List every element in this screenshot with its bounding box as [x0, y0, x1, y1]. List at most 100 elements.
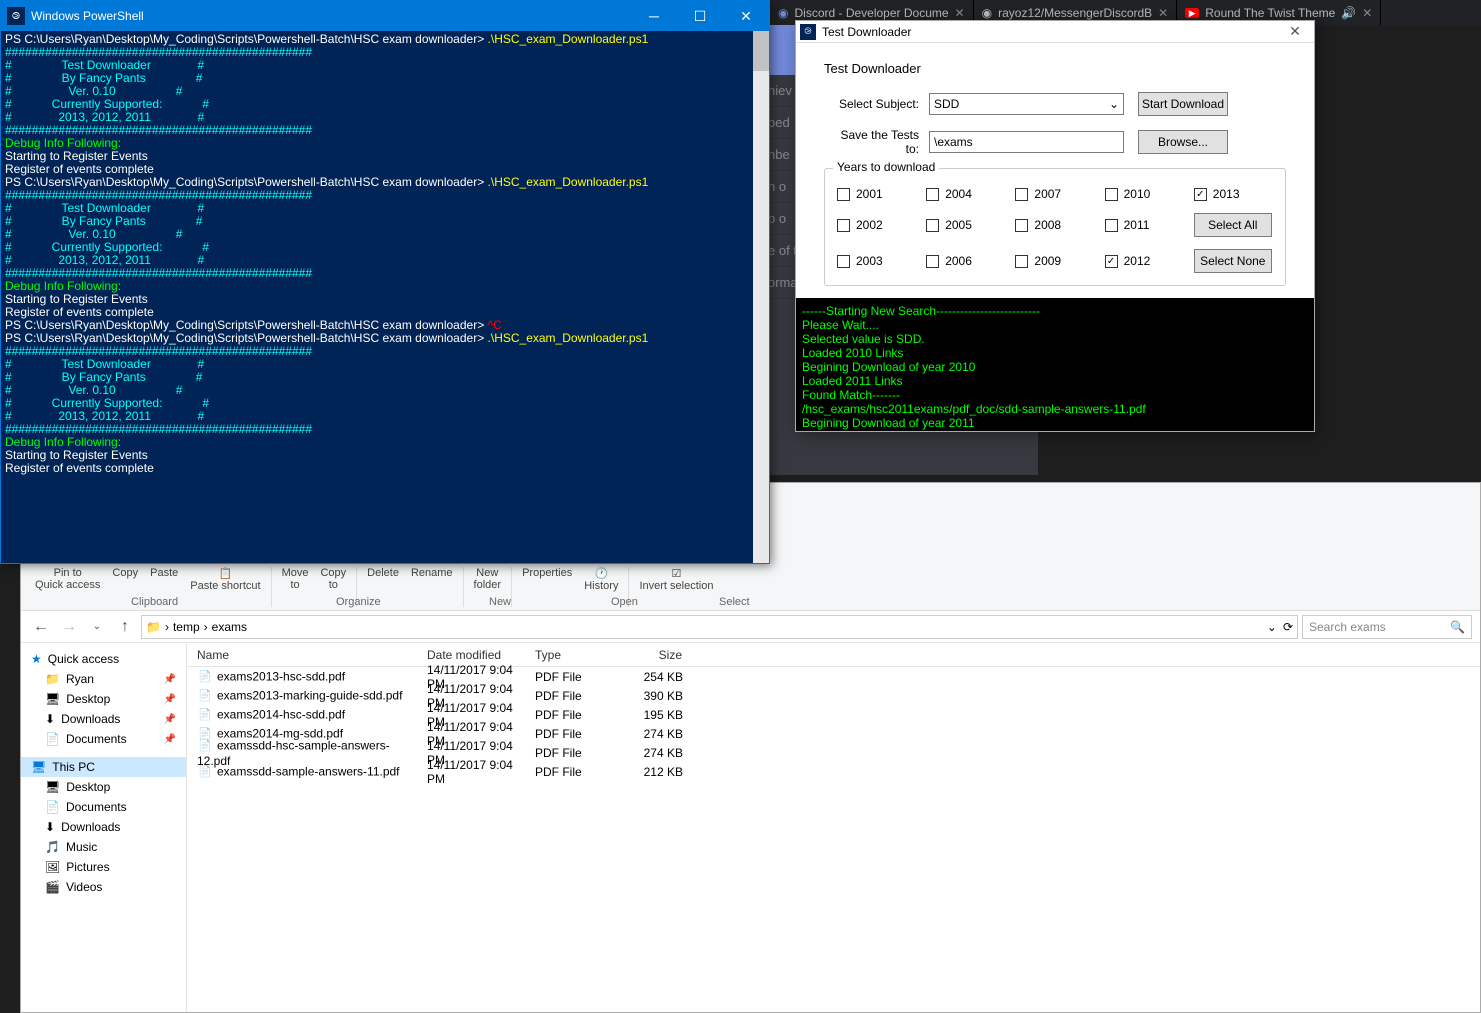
- refresh-icon[interactable]: ⟳: [1283, 620, 1293, 634]
- star-icon: ★: [31, 652, 42, 666]
- year-checkbox-2001[interactable]: 2001: [837, 187, 916, 201]
- checkbox-icon: ✓: [1194, 188, 1207, 201]
- folder-icon: 📁: [146, 620, 161, 634]
- ribbon-group-clipboard: Clipboard: [131, 596, 178, 608]
- this-pc-header[interactable]: 🖥 This PC: [21, 757, 186, 777]
- powershell-window: ⧁ Windows PowerShell ─ ☐ ✕ PS C:\Users\R…: [0, 0, 770, 564]
- year-checkbox-2009[interactable]: 2009: [1015, 254, 1094, 268]
- sidebar-item-downloads[interactable]: ⬇Downloads📌: [21, 709, 186, 729]
- forward-button[interactable]: →: [57, 615, 81, 639]
- terminal-output[interactable]: PS C:\Users\Ryan\Desktop\My_Coding\Scrip…: [1, 31, 769, 477]
- ribbon-history[interactable]: 🕐 History: [578, 567, 624, 592]
- column-headers[interactable]: Name Date modified Type Size: [187, 643, 1480, 667]
- ribbon-properties[interactable]: Properties: [516, 567, 578, 579]
- folder-icon: ⬇: [45, 820, 55, 834]
- ribbon-invert-selection[interactable]: ☑ Invert selection: [633, 567, 719, 592]
- search-input[interactable]: Search exams 🔍: [1302, 615, 1472, 639]
- maximize-button[interactable]: ☐: [677, 1, 723, 31]
- year-label: 2013: [1213, 187, 1240, 201]
- folder-icon: 🖥: [45, 692, 60, 706]
- folder-icon: 🎵: [45, 840, 60, 854]
- window-title: Windows PowerShell: [31, 9, 631, 23]
- ribbon-rename[interactable]: Rename: [405, 567, 459, 579]
- folder-icon: 🎬: [45, 880, 60, 894]
- subject-select[interactable]: SDD ⌄: [929, 93, 1124, 115]
- close-button[interactable]: ✕: [723, 1, 769, 31]
- year-label: 2004: [945, 187, 972, 201]
- start-download-button[interactable]: Start Download: [1138, 92, 1228, 116]
- year-checkbox-2006[interactable]: 2006: [926, 254, 1005, 268]
- year-label: 2012: [1124, 254, 1151, 268]
- folder-icon: 📄: [45, 732, 60, 746]
- ribbon-new-folder[interactable]: Newfolder: [468, 567, 508, 591]
- ribbon-icon: ☑: [672, 567, 682, 580]
- year-label: 2006: [945, 254, 972, 268]
- browse-button[interactable]: Browse...: [1138, 130, 1228, 154]
- year-checkbox-2004[interactable]: 2004: [926, 187, 1005, 201]
- file-row[interactable]: 📄exams2014-hsc-sdd.pdf14/11/2017 9:04 PM…: [187, 705, 1480, 724]
- year-checkbox-2003[interactable]: 2003: [837, 254, 916, 268]
- ribbon-paste-shortcut[interactable]: 📋 Paste shortcut: [184, 567, 266, 592]
- sidebar-item-documents[interactable]: 📄Documents📌: [21, 729, 186, 749]
- close-icon[interactable]: ✕: [955, 6, 965, 20]
- year-checkbox-2010[interactable]: 2010: [1105, 187, 1184, 201]
- year-label: 2010: [1124, 187, 1151, 201]
- year-label: 2002: [856, 218, 883, 232]
- pdf-icon: 📄: [197, 738, 213, 754]
- back-button[interactable]: ←: [29, 615, 53, 639]
- select-none-button[interactable]: Select None: [1194, 249, 1272, 273]
- sidebar-item-downloads[interactable]: ⬇Downloads: [21, 817, 186, 837]
- sidebar-item-ryan[interactable]: 📁Ryan📌: [21, 669, 186, 689]
- ribbon-move-to[interactable]: Moveto: [276, 567, 315, 591]
- year-label: 2001: [856, 187, 883, 201]
- recent-dropdown[interactable]: ⌄: [85, 615, 109, 639]
- window-title: Test Downloader: [822, 25, 1280, 39]
- year-checkbox-2005[interactable]: 2005: [926, 218, 1005, 232]
- sidebar-item-desktop[interactable]: 🖥Desktop📌: [21, 689, 186, 709]
- file-row[interactable]: 📄exams2013-hsc-sdd.pdf14/11/2017 9:04 PM…: [187, 667, 1480, 686]
- minimize-button[interactable]: ─: [631, 1, 677, 31]
- year-checkbox-2007[interactable]: 2007: [1015, 187, 1094, 201]
- year-checkbox-2013[interactable]: ✓ 2013: [1194, 187, 1273, 201]
- downloader-titlebar[interactable]: ⧁ Test Downloader ✕: [796, 21, 1314, 43]
- file-row[interactable]: 📄examssdd-hsc-sample-answers-12.pdf14/11…: [187, 743, 1480, 762]
- year-label: 2009: [1034, 254, 1061, 268]
- scrollbar[interactable]: [753, 31, 769, 563]
- year-checkbox-2011[interactable]: 2011: [1105, 218, 1184, 232]
- folder-icon: ⬇: [45, 712, 55, 726]
- quick-access-header[interactable]: ★ Quick access: [21, 649, 186, 669]
- select-all-button[interactable]: Select All: [1194, 213, 1272, 237]
- powershell-titlebar[interactable]: ⧁ Windows PowerShell ─ ☐ ✕: [1, 1, 769, 31]
- ribbon-paste[interactable]: Paste: [144, 567, 184, 579]
- path-breadcrumb[interactable]: 📁 › temp › exams ⌄ ⟳: [141, 615, 1298, 639]
- download-log: ------Starting New Search---------------…: [796, 298, 1314, 431]
- tab-label: Discord - Developer Docume: [794, 6, 948, 20]
- ribbon-copy-to[interactable]: Copyto: [314, 567, 352, 591]
- subject-label: Select Subject:: [824, 97, 919, 111]
- sidebar-item-documents[interactable]: 📄Documents: [21, 797, 186, 817]
- discord-icon: ◉: [778, 6, 788, 20]
- ribbon-copy[interactable]: Copy: [106, 567, 144, 579]
- search-icon: 🔍: [1450, 620, 1465, 634]
- save-path-input[interactable]: [929, 131, 1124, 153]
- sidebar-item-pictures[interactable]: 🖼Pictures: [21, 857, 186, 877]
- tab-label: Round The Twist Theme: [1205, 6, 1335, 20]
- app-icon: ⧁: [800, 24, 816, 40]
- sidebar-item-music[interactable]: 🎵Music: [21, 837, 186, 857]
- ribbon-pin-to-quick-access[interactable]: Pin toQuick access: [29, 567, 106, 591]
- sidebar-item-desktop[interactable]: 🖥Desktop: [21, 777, 186, 797]
- file-row[interactable]: 📄exams2013-marking-guide-sdd.pdf14/11/20…: [187, 686, 1480, 705]
- sidebar-item-videos[interactable]: 🎬Videos: [21, 877, 186, 897]
- ribbon-delete[interactable]: Delete: [361, 567, 405, 579]
- year-checkbox-2012[interactable]: ✓2012: [1105, 254, 1184, 268]
- year-checkbox-2002[interactable]: 2002: [837, 218, 916, 232]
- pdf-icon: 📄: [197, 669, 213, 685]
- close-button[interactable]: ✕: [1280, 23, 1310, 40]
- up-button[interactable]: ↑: [113, 615, 137, 639]
- file-row[interactable]: 📄examssdd-sample-answers-11.pdf14/11/201…: [187, 762, 1480, 781]
- close-icon[interactable]: ✕: [1362, 6, 1372, 20]
- path-dropdown-icon[interactable]: ⌄: [1267, 620, 1277, 634]
- year-label: 2003: [856, 254, 883, 268]
- year-checkbox-2008[interactable]: 2008: [1015, 218, 1094, 232]
- close-icon[interactable]: ✕: [1158, 6, 1168, 20]
